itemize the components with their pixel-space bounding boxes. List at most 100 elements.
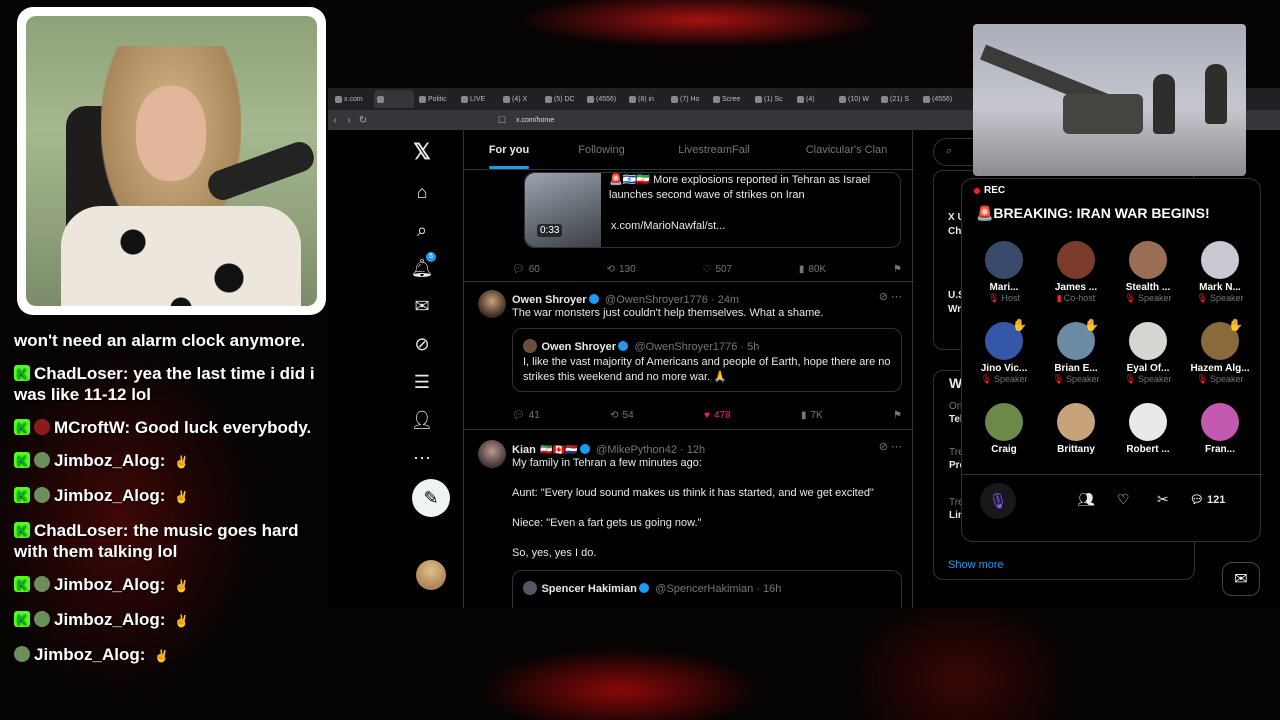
tab-for-you[interactable]: For you <box>464 130 554 169</box>
author-name[interactable]: Owen Shroyer <box>512 294 587 306</box>
chat-username[interactable]: Jimboz_Alog <box>34 645 140 664</box>
emote-icon: ✌ <box>174 455 190 469</box>
space-speaker[interactable]: Craig <box>968 403 1040 455</box>
video-thumbnail[interactable]: 0:33 <box>525 173 601 247</box>
author-handle[interactable]: @MikePython42 · 12h <box>596 444 705 456</box>
chat-avatar <box>14 646 30 662</box>
space-speaker[interactable]: Mark N... 🎙︎ Speaker <box>1184 241 1256 304</box>
reply-button[interactable]: 💬︎ 60 <box>512 264 540 275</box>
space-speaker[interactable]: Mari... 🎙︎ Host <box>968 241 1040 304</box>
profile-icon[interactable]: 👤︎ <box>410 408 434 432</box>
reaction-icon[interactable]: ♡ <box>1117 491 1130 508</box>
space-speaker[interactable]: Stealth ... 🎙︎ Speaker <box>1112 241 1184 304</box>
views-button[interactable]: ▮ 80K <box>799 264 826 275</box>
subscriber-badge-icon <box>14 520 30 541</box>
browser-tab[interactable]: (10) W <box>836 90 876 108</box>
space-speaker[interactable]: ✋ Jino Vic... 🎙︎ Speaker <box>968 318 1040 385</box>
author-name[interactable]: Kian <box>512 444 536 456</box>
replies-button[interactable]: 💬︎ 121 <box>1190 493 1225 506</box>
space-speaker[interactable]: ✋ Brian E... 🎙︎ Speaker <box>1040 318 1112 385</box>
post-button[interactable]: ✎ <box>412 479 450 517</box>
speaker-name: Fran... <box>1204 444 1235 455</box>
home-icon[interactable]: ⌂ <box>410 180 434 204</box>
notifications-icon[interactable]: 🔔︎ 5 <box>410 252 436 280</box>
url-text[interactable]: x.com/home <box>516 117 554 124</box>
browser-tab[interactable]: (4556) <box>584 90 624 108</box>
like-button[interactable]: ♡ 507 <box>702 264 732 275</box>
bookmark-icon[interactable]: ☐ <box>498 115 506 126</box>
reply-button[interactable]: 💬︎ 41 <box>512 410 540 421</box>
views-button[interactable]: ▮ 7K <box>801 410 823 421</box>
tweet[interactable]: Kian 🇮🇷🇨🇦🇳🇱 @MikePython42 · 12h ⊘ ⋯ My f… <box>464 430 914 608</box>
forward-arrow-icon[interactable]: › <box>342 115 356 126</box>
chat-username[interactable]: ChadLoser <box>34 521 123 540</box>
browser-tab[interactable]: Politic <box>416 90 456 108</box>
bookmark-button[interactable]: ⚑ <box>893 410 902 421</box>
author-handle[interactable]: @OwenShroyer1776 · 24m <box>605 294 739 306</box>
space-speaker[interactable]: Robert ... <box>1112 403 1184 455</box>
browser-tab[interactable]: (4556) <box>920 90 960 108</box>
chat-username[interactable]: MCroftW <box>54 418 125 437</box>
stream-overlay: won't need an alarm clock anymore. ChadLo… <box>0 0 1280 720</box>
microphone-button[interactable]: 🎙︎ <box>980 483 1016 519</box>
grok-icon[interactable]: ⊘ <box>410 332 434 356</box>
browser-tab[interactable]: (5) DC <box>542 90 582 108</box>
quoted-tweet[interactable]: Owen Shroyer @OwenShroyer1776 · 5h I, li… <box>512 328 902 392</box>
x-logo-icon[interactable]: 𝕏 <box>410 139 434 164</box>
browser-tab[interactable]: (4) X <box>500 90 540 108</box>
browser-tab[interactable]: x.com <box>332 90 372 108</box>
more-options-icon[interactable]: ⊘ ⋯ <box>879 440 902 453</box>
chat-username[interactable]: Jimboz_Alog <box>54 486 160 505</box>
chat-username[interactable]: ChadLoser <box>34 364 123 383</box>
repost-button[interactable]: ⟲ 54 <box>610 410 634 421</box>
chat-username[interactable]: Jimboz_Alog <box>54 575 160 594</box>
repost-button[interactable]: ⟲ 130 <box>607 264 636 275</box>
emote-icon: ✌ <box>174 614 190 628</box>
subscriber-badge-icon <box>14 417 30 438</box>
back-arrow-icon[interactable]: ‹ <box>328 115 342 126</box>
chat-username[interactable]: Jimboz_Alog <box>54 610 160 629</box>
search-icon[interactable]: ⌕ <box>410 218 434 242</box>
browser-tab[interactable]: (8) in <box>626 90 666 108</box>
tab-following[interactable]: Following <box>554 130 649 169</box>
tweet[interactable]: 0:33 🚨🇮🇱🇮🇷 More explosions reported in T… <box>464 170 914 282</box>
space-speaker[interactable]: Eyal Of... 🎙︎ Speaker <box>1112 322 1184 385</box>
tab-label: (4556) <box>932 95 953 103</box>
browser-tab[interactable]: LIVE <box>458 90 498 108</box>
speaker-avatar <box>1201 241 1239 279</box>
browser-tab[interactable]: (1) Sc <box>752 90 792 108</box>
chat-username[interactable]: Jimboz_Alog <box>54 451 160 470</box>
browser-tab[interactable]: (21) S <box>878 90 918 108</box>
browser-tab[interactable]: (7) Ho <box>668 90 708 108</box>
link-card[interactable]: 0:33 🚨🇮🇱🇮🇷 More explosions reported in T… <box>524 172 901 248</box>
more-icon[interactable]: ⋯ <box>410 446 434 470</box>
account-avatar[interactable] <box>416 560 446 590</box>
tab-livestreamfail[interactable]: LivestreamFail <box>649 130 779 169</box>
link-url[interactable]: x.com/MarioNawfal/st... <box>611 219 725 234</box>
space-speaker[interactable]: Fran... <box>1184 403 1256 455</box>
tab-label: (4) X <box>512 95 528 103</box>
avatar[interactable] <box>478 440 506 468</box>
show-more-link[interactable]: Show more <box>948 559 1004 571</box>
space-speaker[interactable]: James ... ▮ Co-host <box>1040 241 1112 304</box>
browser-tab[interactable] <box>374 90 414 108</box>
people-icon[interactable]: 👥︎ <box>1077 491 1095 508</box>
browser-tab[interactable]: (4) <box>794 90 834 108</box>
bookmark-button[interactable]: ⚑ <box>893 264 902 275</box>
reload-icon[interactable]: ↻ <box>356 115 370 126</box>
clip-icon[interactable]: ✂ <box>1157 491 1169 508</box>
more-options-icon[interactable]: ⊘ ⋯ <box>879 290 902 303</box>
tweet[interactable]: Owen Shroyer @OwenShroyer1776 · 24m ⊘ ⋯ … <box>464 282 914 430</box>
avatar[interactable] <box>478 290 506 318</box>
space-speaker[interactable]: Brittany <box>1040 403 1112 455</box>
quoted-tweet[interactable]: Spencer Hakimian @SpencerHakimian · 16h <box>512 570 902 608</box>
tab-clavicular-clan[interactable]: Clavicular's Clan <box>779 130 914 169</box>
browser-tab[interactable]: Scree <box>710 90 750 108</box>
like-button[interactable]: ♥ 478 <box>704 410 731 421</box>
messages-icon[interactable]: ✉ <box>410 294 434 318</box>
space-speaker[interactable]: ✋ Hazem Alg... 🎙︎ Speaker <box>1184 318 1256 385</box>
trend-item[interactable]: Wr <box>948 304 961 315</box>
lists-icon[interactable]: ☰ <box>410 370 434 394</box>
messages-drawer-icon[interactable]: ✉ <box>1222 562 1260 596</box>
trend-item[interactable]: Ch <box>948 226 961 237</box>
